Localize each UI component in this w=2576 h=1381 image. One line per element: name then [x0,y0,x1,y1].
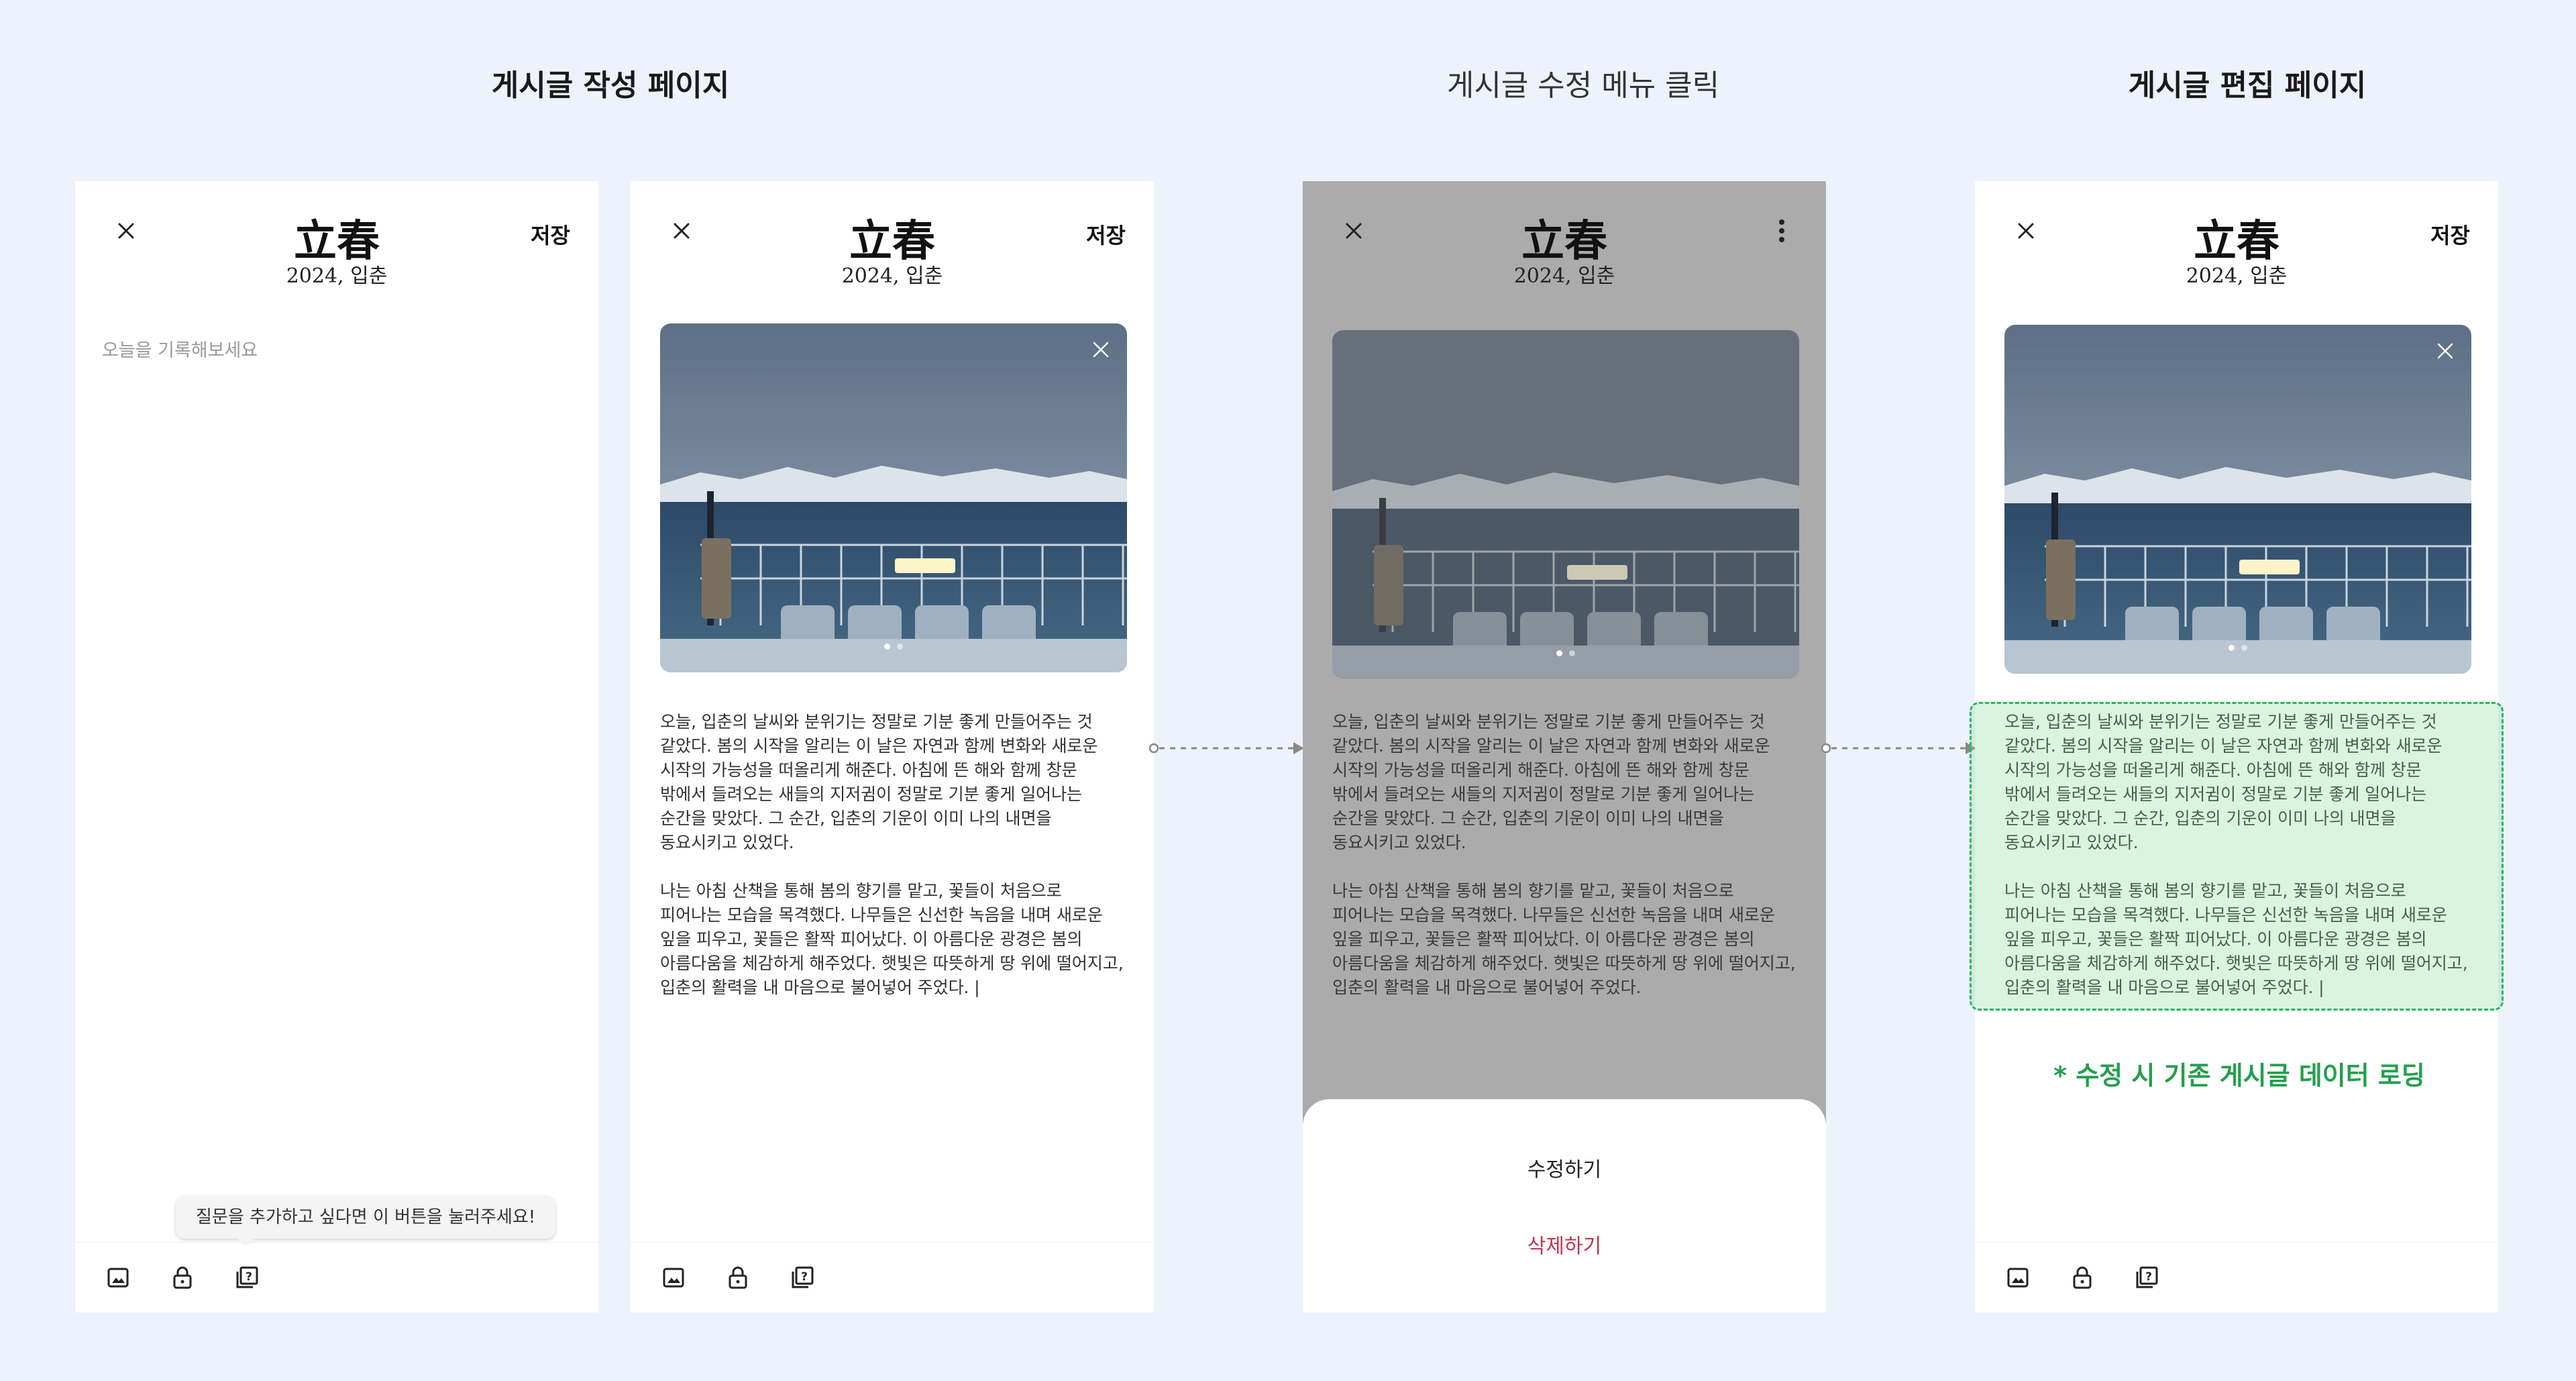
save-button[interactable]: 저장 [2430,219,2470,250]
editor-toolbar: ? [75,1242,598,1313]
section-title-write: 게시글 작성 페이지 [491,68,730,103]
question-card-icon[interactable]: ? [789,1264,816,1291]
delete-post-button[interactable]: 삭제하기 [1303,1229,1826,1259]
flow-arrow-1 [1148,742,1304,754]
svg-text:?: ? [246,1270,252,1284]
sea-photo-image [1332,330,1799,679]
action-bottom-sheet: 수정하기 삭제하기 [1303,1099,1826,1313]
question-card-icon[interactable]: ? [233,1264,260,1291]
lock-icon[interactable] [169,1264,196,1291]
question-card-icon[interactable]: ? [2133,1264,2160,1291]
text-cursor: | [974,978,980,997]
annotation-note: * 수정 시 기존 게시글 데이터 로딩 [2053,1061,2425,1090]
remove-photo-icon[interactable] [1091,340,1111,360]
diary-subtitle: 2024, 입춘 [841,264,943,288]
image-icon[interactable] [660,1264,687,1291]
post-paragraph-2: 나는 아침 산책을 통해 봄의 향기를 맡고, 꽃들이 처음으로 피어나는 모습… [1332,881,1796,997]
body-placeholder[interactable]: 오늘을 기록해보세요 [102,336,258,362]
carousel-dots[interactable] [2004,641,2471,654]
write-screen-filled: 立春 2024, 입춘 저장 오늘, 입춘의 날씨와 분위기는 정말로 기분 좋… [631,181,1154,1313]
diary-subtitle: 2024, 입춘 [2186,264,2288,288]
post-paragraph-1: 오늘, 입춘의 날씨와 분위기는 정말로 기분 좋게 만들어주는 것 같았다. … [660,712,1098,852]
remove-photo-icon[interactable] [2435,341,2455,361]
sea-photo-image [2004,325,2471,674]
post-body[interactable]: 오늘, 입춘의 날씨와 분위기는 정말로 기분 좋게 만들어주는 것 같았다. … [660,710,1127,1000]
post-body: 오늘, 입춘의 날씨와 분위기는 정말로 기분 좋게 만들어주는 것 같았다. … [1332,710,1799,1000]
image-icon[interactable] [2004,1264,2031,1291]
save-button[interactable]: 저장 [1086,219,1126,250]
diary-subtitle: 2024, 입춘 [1513,264,1615,288]
section-title-menu: 게시글 수정 메뉴 클릭 [1446,68,1720,103]
lock-icon[interactable] [2069,1264,2096,1291]
post-paragraph-1: 오늘, 입춘의 날씨와 분위기는 정말로 기분 좋게 만들어주는 것 같았다. … [1332,712,1770,852]
svg-text:?: ? [2145,1270,2152,1284]
section-title-edit: 게시글 편집 페이지 [2128,68,2367,103]
post-menu-screen: 立春 2024, 입춘 오늘, 입춘의 날씨와 분위기는 정말로 기분 좋게 만… [1303,181,1826,1313]
edit-post-button[interactable]: 수정하기 [1303,1153,1826,1182]
image-icon[interactable] [105,1264,131,1291]
flow-arrow-2 [1821,742,1976,754]
carousel-dots [1332,646,1799,659]
attached-photo[interactable] [2004,325,2471,674]
attached-photo [1332,330,1799,679]
preloaded-content-highlight [1970,702,2504,1011]
write-screen-empty: 立春 2024, 입춘 저장 오늘을 기록해보세요 질문을 추가하고 싶다면 이… [75,181,598,1313]
more-vertical-icon[interactable] [1774,217,1790,247]
svg-text:?: ? [801,1270,808,1284]
carousel-dots[interactable] [660,640,1127,652]
save-button[interactable]: 저장 [531,219,570,250]
editor-toolbar: ? [631,1242,1154,1313]
question-tooltip: 질문을 추가하고 싶다면 이 버튼을 눌러주세요! [176,1196,556,1239]
editor-toolbar: ? [1975,1242,2498,1313]
diary-subtitle: 2024, 입춘 [286,264,388,288]
post-paragraph-2: 나는 아침 산책을 통해 봄의 향기를 맡고, 꽃들이 처음으로 피어나는 모습… [660,881,1124,997]
lock-icon[interactable] [724,1264,751,1291]
sea-photo-image [660,323,1127,672]
attached-photo[interactable] [660,323,1127,672]
